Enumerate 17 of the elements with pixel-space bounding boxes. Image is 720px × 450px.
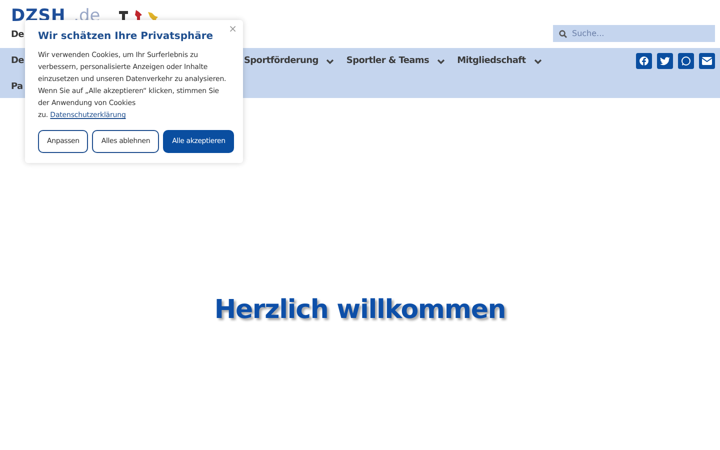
envelope-icon bbox=[702, 57, 712, 65]
share-button[interactable] bbox=[657, 53, 673, 69]
nav-link[interactable]: Sportler & Teams bbox=[346, 54, 446, 68]
share-button[interactable] bbox=[678, 53, 694, 69]
facebook-icon bbox=[639, 56, 649, 66]
nav-link[interactable]: De bbox=[11, 54, 24, 68]
nav-link[interactable]: Pa bbox=[11, 81, 23, 94]
nav-link[interactable]: Mitgliedschaft bbox=[457, 54, 542, 68]
nav-link[interactable]: Sportförderung bbox=[244, 54, 334, 68]
logo-subtitle: De bbox=[11, 29, 24, 42]
share-button[interactable] bbox=[636, 53, 652, 69]
chat-bubble-icon bbox=[681, 56, 691, 66]
dialog-title: Wir schätzen Ihre Privatsphäre bbox=[38, 30, 214, 44]
welcome-heading: Herzlich willkommen bbox=[214, 294, 506, 327]
share-button[interactable] bbox=[699, 53, 715, 69]
bird-icon bbox=[660, 56, 670, 66]
search-field[interactable]: Suche... bbox=[553, 25, 715, 42]
